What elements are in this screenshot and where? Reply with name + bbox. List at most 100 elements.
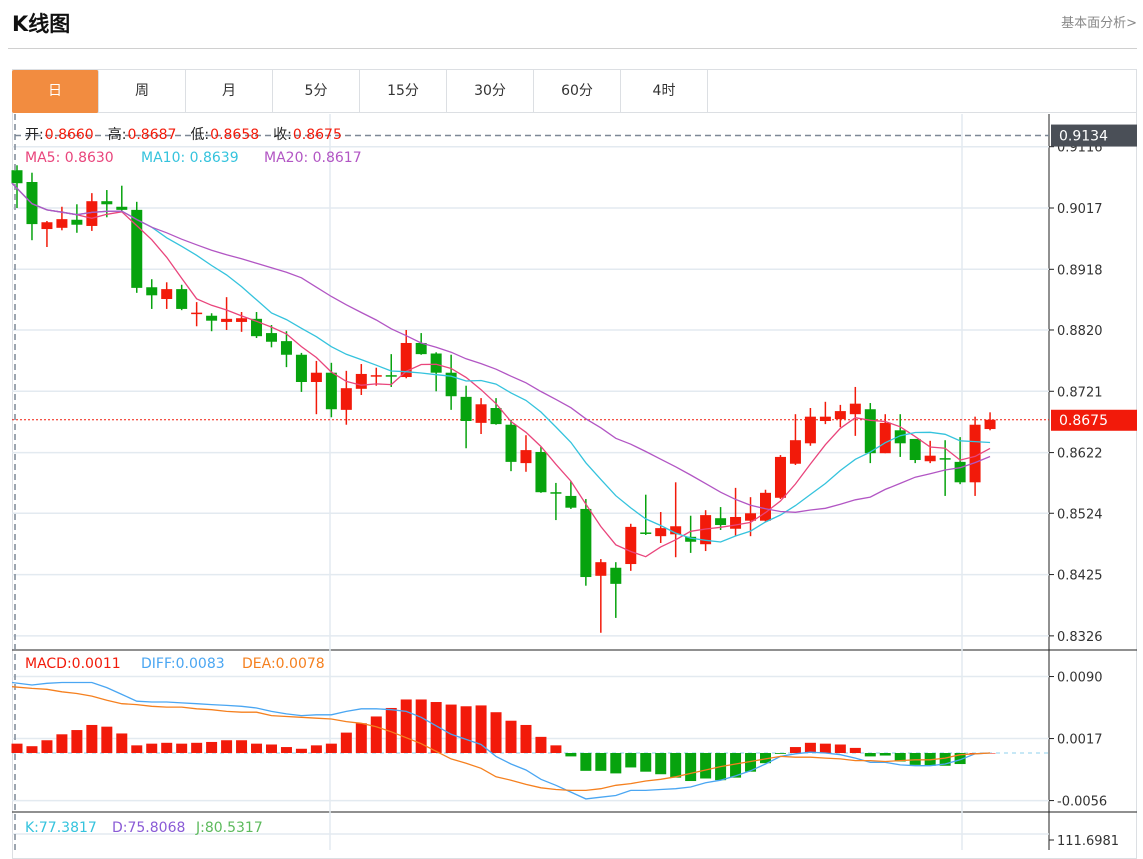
candle-body [41, 222, 53, 230]
candle-body [565, 495, 577, 508]
macd-bar [445, 704, 457, 753]
candle-body [804, 416, 816, 444]
price-tick-label: 0.8918 [1057, 263, 1103, 278]
macd-bar [804, 742, 816, 753]
price-tick-label: 0.8820 [1057, 324, 1103, 339]
macd-bar [146, 743, 158, 753]
macd-bar [251, 743, 263, 753]
macd-bar [325, 743, 337, 753]
macd-bar [475, 705, 487, 753]
candle-body [221, 318, 233, 322]
candle-body [550, 492, 562, 494]
ma5-legend: MA5: 0.8630 [25, 150, 114, 166]
macd-bar [685, 753, 697, 782]
candle-body [146, 287, 158, 296]
candle-body [325, 372, 337, 410]
candle-body [774, 456, 786, 498]
candle-body [760, 492, 771, 521]
macd-bar [864, 753, 876, 757]
candle-body [789, 440, 801, 464]
macd-bar [505, 720, 517, 753]
macd-bar [265, 744, 277, 753]
candle-body [924, 455, 936, 462]
kdj-tick-label: 111.6981 [1057, 834, 1119, 849]
candle-body [265, 333, 277, 342]
macd-bar [11, 743, 23, 753]
candle-body [969, 424, 981, 483]
candle-body [385, 375, 397, 377]
macd-bar [535, 736, 547, 753]
macd-bar [400, 699, 412, 753]
macd-tick-label: -0.0056 [1057, 795, 1107, 810]
macd-bar [56, 734, 68, 753]
candle-body [834, 411, 846, 420]
macd-bar [176, 743, 188, 753]
candle-body [475, 404, 487, 423]
macd-bar [41, 740, 53, 753]
macd-bar [116, 733, 128, 753]
candle-body [370, 375, 382, 377]
macd-bar [520, 724, 532, 753]
macd-bar [221, 740, 233, 753]
macd-bar [774, 753, 786, 754]
macd-bar [595, 753, 607, 771]
candle-body [101, 201, 113, 205]
macd-bar [71, 730, 83, 753]
macd-bar [490, 712, 502, 753]
candle-body [280, 341, 292, 355]
ma20-legend: MA20: 0.8617 [264, 150, 362, 166]
candle-body [355, 373, 367, 389]
candle-body [116, 206, 128, 210]
dea-legend: DEA:0.0078 [242, 656, 325, 672]
candle-body [176, 289, 188, 309]
kline-chart[interactable]: 0.91160.90170.89180.88200.87210.86220.85… [0, 0, 1143, 850]
macd-bar [236, 740, 248, 753]
candle-body [819, 416, 831, 422]
macd-bar [550, 745, 562, 753]
ma10-legend: MA10: 0.8639 [141, 150, 239, 166]
candle-body [730, 516, 742, 529]
macd-bar [640, 753, 652, 772]
ma5-line [11, 182, 991, 558]
candle-body [490, 408, 502, 425]
macd-bar [789, 747, 801, 753]
macd-bar [86, 724, 98, 753]
candle-body [610, 567, 622, 584]
candle-body [340, 388, 352, 410]
macd-bar [849, 747, 861, 753]
macd-bar [340, 732, 352, 753]
macd-bar [655, 753, 667, 775]
ohlc-value: 0.8658 [210, 127, 259, 143]
ohlc-value: 0.8675 [293, 127, 342, 143]
candle-body [984, 419, 996, 430]
k-legend: K:77.3817 [25, 820, 97, 836]
candle-body [505, 424, 517, 462]
ohlc-value: 0.8687 [127, 127, 176, 143]
candle-body [954, 461, 966, 483]
macd-bar [101, 726, 113, 753]
candle-body [236, 318, 248, 322]
ohlc-label: 低: [190, 127, 209, 143]
ohlc-label: 收: [273, 127, 292, 143]
macd-bar [580, 753, 592, 771]
macd-bar [206, 741, 218, 753]
high-price-label: 0.9134 [1059, 129, 1108, 145]
last-price-label: 0.8675 [1059, 413, 1108, 429]
macd-bar [355, 723, 367, 753]
macd-bar [161, 742, 173, 753]
candle-body [71, 219, 83, 225]
price-tick-label: 0.8721 [1057, 385, 1103, 400]
macd-bar [610, 753, 622, 774]
macd-bar [26, 746, 38, 753]
candle-body [939, 458, 951, 460]
price-tick-label: 0.8524 [1057, 507, 1103, 522]
price-tick-label: 0.8622 [1057, 447, 1103, 462]
macd-bar [819, 743, 831, 753]
macd-bar [565, 753, 577, 757]
macd-bar [909, 753, 921, 765]
candle-body [909, 438, 921, 461]
candle-body [580, 508, 592, 578]
macd-bar [131, 745, 143, 753]
candle-body [161, 289, 173, 300]
diff-legend: DIFF:0.0083 [141, 656, 225, 672]
